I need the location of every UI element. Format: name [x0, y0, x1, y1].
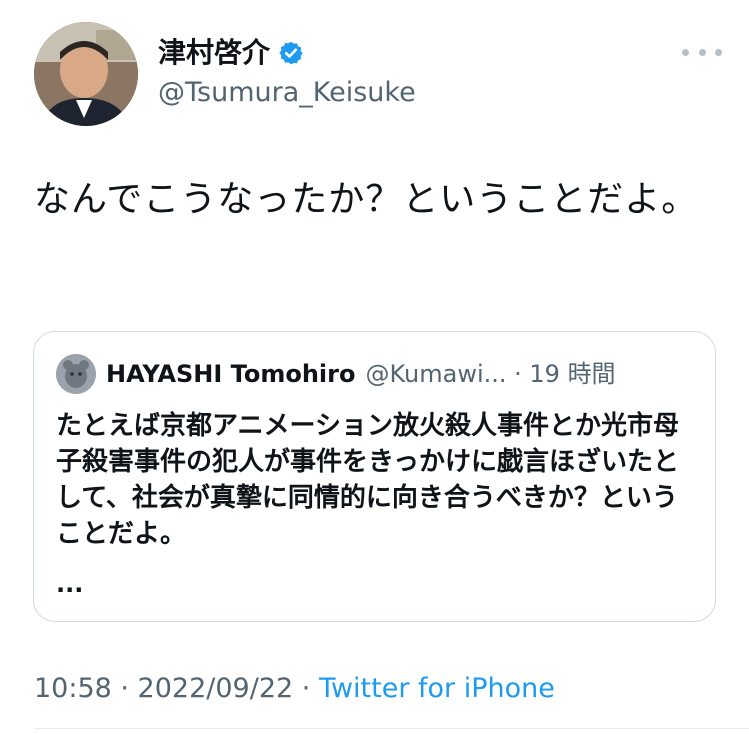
- tweet-source-link[interactable]: Twitter for iPhone: [319, 673, 555, 704]
- quoted-tweet-text: たとえば京都アニメーション放火殺人事件とか光市母子殺害事件の犯人が事件をきっかけ…: [56, 411, 679, 549]
- quoted-author-avatar: [56, 354, 96, 394]
- quoted-handle-and-time: @Kumawi... · 19 時間: [365, 360, 616, 388]
- quoted-avatar-image: [56, 354, 96, 394]
- more-options-icon[interactable]: [682, 40, 722, 64]
- tweet-timestamp: 10:58 · 2022/09/22 ·: [34, 673, 319, 704]
- author-display-name[interactable]: 津村啓介: [158, 36, 304, 70]
- avatar-photo: [34, 22, 138, 126]
- quoted-display-name: HAYASHI Tomohiro: [106, 360, 356, 388]
- tweet-footer: 10:58 · 2022/09/22 · Twitter for iPhone: [34, 672, 555, 706]
- author-avatar[interactable]: [34, 22, 138, 126]
- quoted-truncation-ellipsis: ...: [56, 570, 84, 598]
- dot: [682, 48, 689, 56]
- dot: [715, 48, 722, 56]
- quoted-header: HAYASHI Tomohiro @Kumawi... · 19 時間: [106, 358, 706, 390]
- author-name-text: 津村啓介: [158, 36, 271, 69]
- verified-badge-icon: [279, 41, 303, 65]
- author-handle[interactable]: @Tsumura_Keisuke: [158, 76, 416, 110]
- quoted-tweet-card[interactable]: HAYASHI Tomohiro @Kumawi... · 19 時間 たとえば…: [33, 331, 716, 622]
- tweet-text: なんでこうなったか？ということだよ。: [34, 179, 699, 220]
- dot: [698, 48, 706, 56]
- divider: [34, 728, 749, 729]
